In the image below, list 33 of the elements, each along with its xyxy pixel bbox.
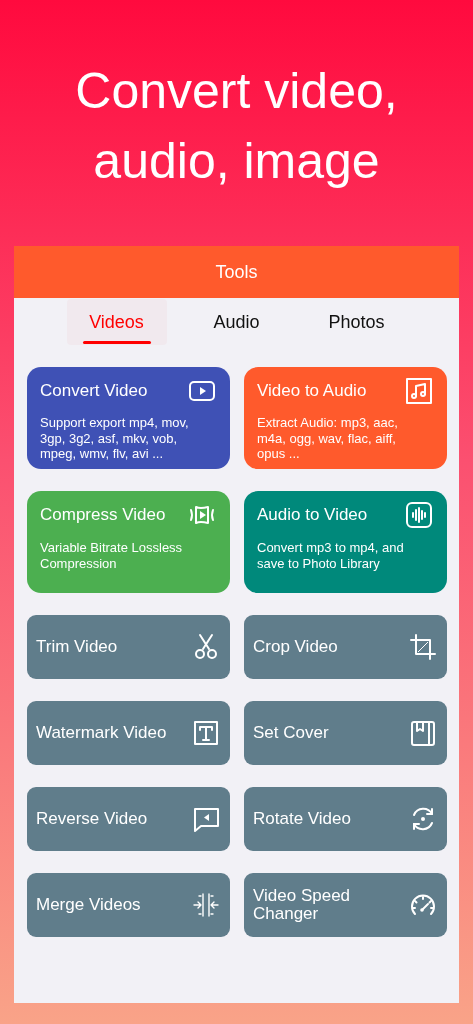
tool-button[interactable]: Merge Videos [27,873,230,937]
card-title: Audio to Video [257,505,368,525]
bookmark-book-icon [409,719,437,747]
feature-card[interactable]: Audio to Video Convert mp3 to mp4, and save to Photo Library [244,491,447,593]
tool-button[interactable]: Video Speed Changer [244,873,447,937]
card-title: Compress Video [40,505,166,525]
feature-card[interactable]: Convert Video Support export mp4, mov, 3gp, 3g2, asf, mkv, vob, mpeg, wmv, flv, avi ... [27,367,230,469]
tool-button[interactable]: Crop Video [244,615,447,679]
panel-title: Tools [215,261,258,283]
tool-button[interactable]: Set Cover [244,701,447,765]
feature-card[interactable]: Compress Video Variable Bitrate Lossless Compression [27,491,230,593]
text-box-icon [192,719,220,747]
waveform-icon [405,501,433,529]
tool-button[interactable]: Rotate Video [244,787,447,851]
tab[interactable]: Audio [186,299,287,345]
tab[interactable]: Photos [306,299,407,345]
card-description: Extract Audio: mp3, aac, m4a, ogg, wav, flac, aiff, opus ... [257,415,399,462]
merge-icon [192,891,220,919]
card-description: Variable Bitrate Lossless Compression [40,540,184,571]
scissors-icon [192,633,220,661]
music-note-icon [405,377,433,405]
feature-card[interactable]: Video to Audio Extract Audio: mp3, aac, m4a, ogg, wav, flac, aiff, opus ... [244,367,447,469]
tool-button[interactable]: Trim Video [27,615,230,679]
card-title: Convert Video [40,381,148,401]
tool-button[interactable]: Watermark Video [27,701,230,765]
reverse-screen-icon [192,805,220,833]
tab[interactable]: Videos [66,299,167,345]
tool-button[interactable]: Reverse Video [27,787,230,851]
card-description: Support export mp4, mov, 3gp, 3g2, asf, mkv, vob, mpeg, wmv, flv, avi ... [40,415,190,462]
headline: Convert video, audio, image [74,62,399,191]
card-title: Video to Audio [257,381,367,401]
card-description: Convert mp3 to mp4, and save to Photo Library [257,540,405,571]
crop-icon [409,633,437,661]
